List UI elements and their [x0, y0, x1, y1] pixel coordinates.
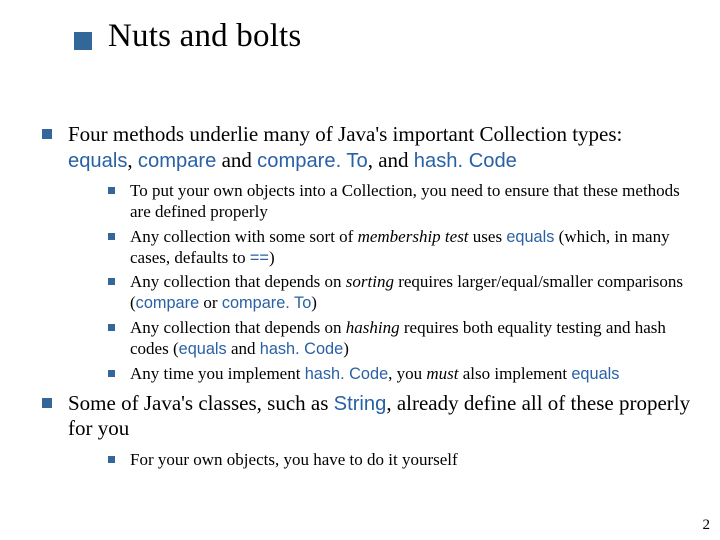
text: ) — [269, 248, 275, 267]
text: Any collection that depends on — [130, 272, 346, 291]
italic: sorting — [346, 272, 394, 291]
code: hash. Code — [414, 150, 517, 172]
bullet-list-level2: To put your own objects into a Collectio… — [68, 181, 692, 384]
code: compare. To — [257, 150, 368, 172]
bullet-2-1: For your own objects, you have to do it … — [68, 450, 692, 471]
bullet-list-level1: Four methods underlie many of Java's imp… — [38, 122, 692, 471]
title-wrap: Nuts and bolts — [108, 18, 301, 55]
text: or — [199, 293, 222, 312]
text: uses — [469, 227, 507, 246]
bullet-2: Some of Java's classes, such as String, … — [38, 391, 692, 471]
text: Four methods underlie many of Java's imp… — [68, 122, 622, 146]
code: compare — [138, 150, 216, 172]
code: hash. Code — [260, 340, 343, 358]
code: == — [250, 249, 269, 267]
text: Any time you implement — [130, 364, 305, 383]
bullet-list-level2: For your own objects, you have to do it … — [68, 450, 692, 471]
slide-body: Four methods underlie many of Java's imp… — [38, 122, 692, 477]
code: equals — [571, 365, 619, 383]
text: Some of Java's classes, such as — [68, 391, 334, 415]
code: compare — [136, 294, 199, 312]
text: ) — [311, 293, 317, 312]
text: and — [227, 339, 260, 358]
code: equals — [506, 228, 554, 246]
bullet-1-3: Any collection that depends on sorting r… — [68, 272, 692, 314]
text: ) — [343, 339, 349, 358]
italic: hashing — [346, 318, 400, 337]
text: , and — [368, 148, 414, 172]
code: hash. Code — [305, 365, 388, 383]
bullet-1: Four methods underlie many of Java's imp… — [38, 122, 692, 385]
text: Any collection that depends on — [130, 318, 346, 337]
page-number: 2 — [703, 517, 711, 534]
text: Any collection with some sort of — [130, 227, 358, 246]
title-accent-square — [74, 32, 92, 50]
italic: must — [426, 364, 458, 383]
text: also implement — [459, 364, 572, 383]
slide-title: Nuts and bolts — [108, 18, 301, 55]
italic: membership test — [358, 227, 469, 246]
bullet-1-2: Any collection with some sort of members… — [68, 227, 692, 269]
code: compare. To — [222, 294, 311, 312]
text: , you — [388, 364, 426, 383]
code: equals — [179, 340, 227, 358]
code: equals — [68, 150, 127, 172]
text: and — [216, 148, 257, 172]
slide: Nuts and bolts Four methods underlie man… — [0, 0, 720, 540]
text: , — [127, 148, 138, 172]
code: String — [334, 393, 387, 415]
bullet-1-4: Any collection that depends on hashing r… — [68, 318, 692, 360]
bullet-1-5: Any time you implement hash. Code, you m… — [68, 364, 692, 385]
bullet-1-1: To put your own objects into a Collectio… — [68, 181, 692, 222]
